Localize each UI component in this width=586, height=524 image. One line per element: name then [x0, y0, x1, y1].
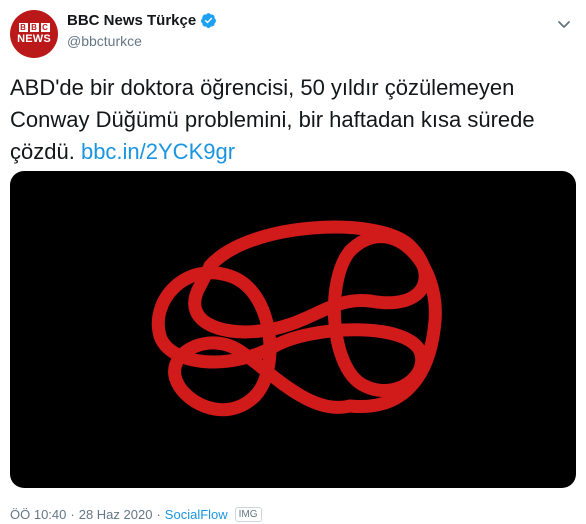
tweet-meta: ÖÖ 10:40 · 28 Haz 2020 · SocialFlow IMG	[10, 507, 262, 522]
meta-separator: ·	[156, 507, 161, 522]
author-name-row[interactable]: BBC News Türkçe	[67, 12, 217, 29]
verified-badge-icon	[201, 13, 217, 28]
tweet-text: ABD'de bir doktora öğrencisi, 50 yıldır …	[10, 72, 576, 168]
bbc-logo: B B C	[18, 23, 50, 32]
img-badge: IMG	[234, 507, 262, 522]
display-name[interactable]: BBC News Türkçe	[67, 12, 196, 29]
knot-image	[151, 220, 442, 417]
bbc-logo-letter: B	[29, 23, 39, 32]
bbc-logo-letter: C	[40, 23, 50, 32]
bbc-logo-letter: B	[18, 23, 28, 32]
handle[interactable]: @bbcturkce	[67, 33, 142, 49]
tweet-link[interactable]: bbc.in/2YCK9gr	[81, 139, 235, 164]
avatar[interactable]: B B C NEWS	[10, 10, 58, 58]
avatar-news-label: NEWS	[17, 33, 51, 45]
tweet-image[interactable]	[10, 171, 576, 488]
tweet-date[interactable]: 28 Haz 2020	[79, 507, 153, 522]
tweet-time[interactable]: ÖÖ 10:40	[10, 507, 66, 522]
source-link[interactable]: SocialFlow	[165, 507, 228, 522]
meta-separator: ·	[70, 507, 75, 522]
chevron-down-icon[interactable]	[556, 16, 572, 32]
